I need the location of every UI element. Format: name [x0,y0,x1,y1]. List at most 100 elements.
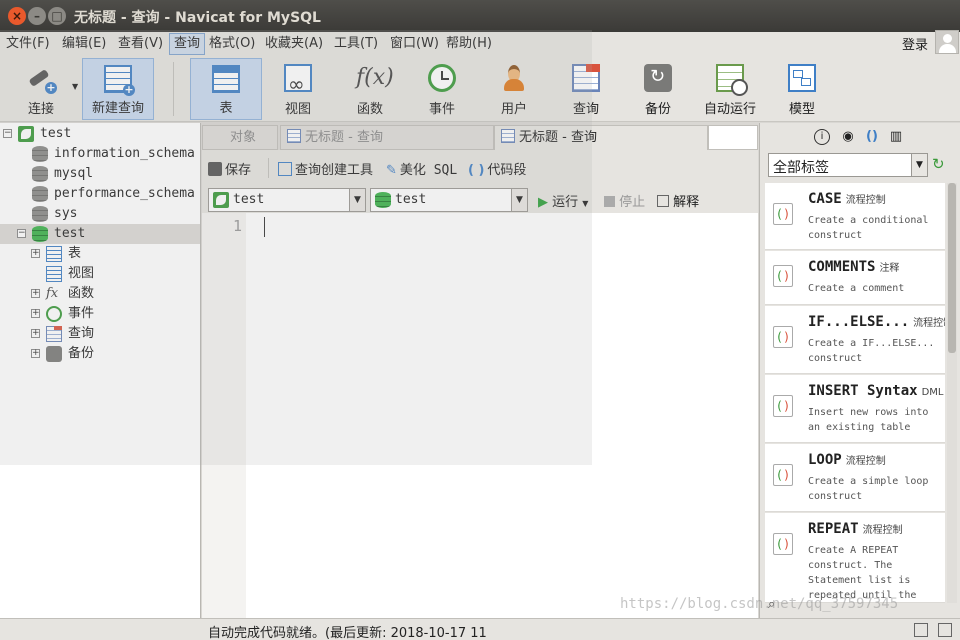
main-toolbar: 连接 ▼ 新建查询 表 视图 f(x) 函数 事件 用户 查询 备份 自动运行 … [0,56,960,122]
snippet-title: COMMENTS 注释 [808,259,899,275]
tree-connection-test[interactable]: − test [0,124,200,144]
login-link[interactable]: 登录 [902,34,928,53]
explain-button[interactable]: 解释 [657,191,699,210]
database-select[interactable]: test ▼ [370,188,528,212]
sql-editor[interactable]: 1 [202,213,758,618]
snippet-case[interactable]: () CASE 流程控制 Create a conditional constru… [765,183,945,250]
menu-edit[interactable]: 编辑(E) [58,33,110,55]
tree-db-test[interactable]: − test [0,224,200,244]
menu-help[interactable]: 帮助(H) [442,33,496,55]
tree-item-events[interactable]: + 事件 [0,304,200,324]
expand-icon[interactable]: + [31,249,40,258]
menu-format[interactable]: 格式(O) [205,33,259,55]
snippet-icon[interactable]: () [864,129,880,145]
expand-icon[interactable]: + [31,349,40,358]
tree-db-label: sys [54,206,78,221]
connection-select[interactable]: test ▼ [208,188,366,212]
view-button[interactable]: 视图 [262,58,334,120]
tree-db-performance-schema[interactable]: performance_schema [0,184,200,204]
tree-db-mysql[interactable]: mysql [0,164,200,184]
panel-layout-icon[interactable] [938,623,952,637]
connection-select-value: test [233,192,265,207]
model-button[interactable]: 模型 [766,58,838,120]
snippet-description: Create a IF...ELSE... construct [808,338,935,364]
collapse-icon[interactable]: − [17,229,26,238]
database-icon [32,206,48,222]
avatar[interactable] [935,30,959,54]
snippet-comments[interactable]: () COMMENTS 注释 Create a comment [765,251,945,305]
connection-icon [213,192,229,208]
snippet-loop[interactable]: () LOOP 流程控制 Create a simple loop constru… [765,444,945,512]
table-button[interactable]: 表 [190,58,262,120]
auto-run-button[interactable]: 自动运行 [694,58,766,120]
event-button[interactable]: 事件 [406,58,478,120]
table-label: 表 [219,101,233,116]
query-label: 查询 [572,102,599,117]
snippet-title-text: COMMENTS [808,259,876,275]
panel-toggle-icon[interactable] [914,623,928,637]
refresh-icon[interactable]: ↻ [932,155,945,173]
query-builder-button[interactable]: 查询创建工具 [278,159,373,178]
expand-icon[interactable]: + [31,329,40,338]
close-window-button[interactable]: × [8,7,26,25]
auto-run-label: 自动运行 [703,102,756,117]
tree-item-tables[interactable]: + 表 [0,244,200,264]
builder-icon [278,162,292,176]
info-icon[interactable]: i [814,129,830,145]
menu-file[interactable]: 文件(F) [2,33,54,55]
preview-icon[interactable]: ◉ [840,129,856,145]
snippet-button[interactable]: ( ) 代码段 [468,159,526,178]
database-select-value: test [395,192,427,207]
stop-button[interactable]: 停止 [604,191,645,210]
user-button[interactable]: 用户 [478,58,550,120]
scrollbar-thumb[interactable] [948,183,956,353]
snippet-insert-syntax[interactable]: () INSERT Syntax DML Insert new rows into… [765,375,945,443]
tree-db-sys[interactable]: sys [0,204,200,224]
backup-button[interactable]: 备份 [622,58,694,120]
connect-button[interactable]: 连接 [6,58,76,120]
maximize-window-button[interactable]: □ [48,7,66,25]
tree-item-views[interactable]: 视图 [0,264,200,284]
save-button[interactable]: 保存 [208,159,251,178]
menu-window[interactable]: 窗口(W) [386,33,443,55]
collapse-icon[interactable]: − [3,129,12,138]
panel-tools: i ◉ () ▥ [760,125,960,147]
menu-favorites[interactable]: 收藏夹(A) [261,33,327,55]
snippet-scrollbar[interactable] [947,183,957,603]
menu-query[interactable]: 查询 [169,33,206,55]
expand-icon[interactable]: + [31,289,40,298]
snippet-repeat[interactable]: () REPEAT 流程控制 Create A REPEAT construct.… [765,513,945,603]
layout-icon[interactable]: ▥ [888,129,904,145]
tree-db-information-schema[interactable]: information_schema [0,144,200,164]
query-button[interactable]: 查询 [550,58,622,120]
run-button[interactable]: ▶ 运行 ▼ [538,191,588,210]
snippet-label: 代码段 [487,163,527,178]
minimize-window-button[interactable]: – [28,7,46,25]
line-number: 1 [232,217,242,235]
connect-label: 连接 [27,102,54,117]
tree-item-functions[interactable]: + fx 函数 [0,284,200,304]
snippet-title: INSERT Syntax DML [808,383,943,399]
tree-item-label: 表 [68,246,82,261]
snippet-if-else[interactable]: () IF...ELSE...流程控制 Create a IF...ELSE..… [765,306,945,374]
tree-item-queries[interactable]: + 查询 [0,324,200,344]
tab-untitled-query-2[interactable]: 无标题 - 查询 [494,125,708,150]
new-query-button[interactable]: 新建查询 [82,58,154,120]
tree-db-label: information_schema [54,146,195,161]
snippet-tag: DML [921,387,944,398]
tab-untitled-query-1[interactable]: 无标题 - 查询 [280,125,494,150]
tag-filter-select[interactable]: 全部标签 ▼ [768,153,928,177]
snippet-description: Create A REPEAT construct. The Statement… [808,545,917,601]
stop-icon [604,196,615,207]
tab-objects[interactable]: 对象 [202,125,278,150]
expand-icon[interactable]: + [31,309,40,318]
tree-item-backups[interactable]: + 备份 [0,344,200,364]
menu-tools[interactable]: 工具(T) [330,33,382,55]
run-dropdown-icon[interactable]: ▼ [582,199,588,208]
connect-dropdown-icon[interactable]: ▼ [72,82,78,91]
beautify-sql-button[interactable]: ✎ 美化 SQL [386,159,457,178]
menu-view[interactable]: 查看(V) [114,33,167,55]
snippet-tag: 流程控制 [913,318,945,329]
toolbar-separator [268,158,269,178]
function-button[interactable]: f(x) 函数 [334,58,406,120]
